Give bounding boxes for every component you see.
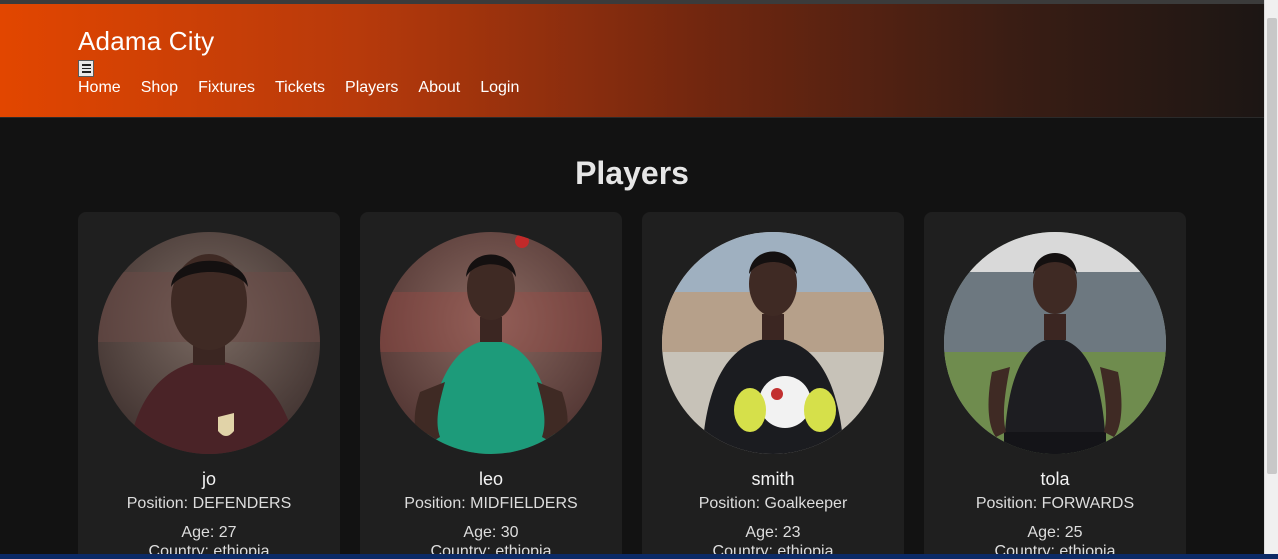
player-card[interactable]: tola Position: FORWARDS Age: 25 Country:… <box>924 212 1186 559</box>
os-taskbar <box>0 554 1278 559</box>
player-photo <box>98 232 320 454</box>
player-age: Age: 27 <box>181 524 237 541</box>
player-photo <box>662 232 884 454</box>
player-photo <box>380 232 602 454</box>
player-name: jo <box>201 469 216 489</box>
site-brand[interactable]: Adama City <box>78 26 214 57</box>
player-age: Age: 25 <box>1027 524 1083 541</box>
players-grid: jo Position: DEFENDERS Age: 27 Country: … <box>78 212 1186 559</box>
menu-toggle-icon[interactable] <box>78 60 94 77</box>
nav-players[interactable]: Players <box>345 79 398 97</box>
player-photo-image <box>98 232 320 454</box>
main-nav: Home Shop Fixtures Tickets Players About… <box>78 79 519 97</box>
nav-fixtures[interactable]: Fixtures <box>198 79 255 97</box>
nav-about[interactable]: About <box>418 79 460 97</box>
nav-home[interactable]: Home <box>78 79 121 97</box>
player-position: Position: FORWARDS <box>975 495 1135 512</box>
player-card[interactable]: jo Position: DEFENDERS Age: 27 Country: … <box>78 212 340 559</box>
page-title: Players <box>575 155 689 191</box>
player-photo-image <box>380 232 602 454</box>
site-header: Adama City Home Shop Fixtures Tickets Pl… <box>0 4 1264 118</box>
player-name: leo <box>478 469 504 489</box>
player-position: Position: DEFENDERS <box>126 495 292 512</box>
player-photo-image <box>662 232 884 454</box>
player-photo-image <box>944 232 1166 454</box>
nav-login[interactable]: Login <box>480 79 519 97</box>
player-position: Position: MIDFIELDERS <box>404 495 578 512</box>
player-name: smith <box>751 469 795 489</box>
nav-shop[interactable]: Shop <box>141 79 178 97</box>
player-card[interactable]: smith Position: Goalkeeper Age: 23 Count… <box>642 212 904 559</box>
player-age: Age: 23 <box>745 524 801 541</box>
player-name: tola <box>1040 469 1070 489</box>
scrollbar-thumb[interactable] <box>1267 18 1277 474</box>
vertical-scrollbar[interactable] <box>1264 0 1278 559</box>
player-card[interactable]: leo Position: MIDFIELDERS Age: 30 Countr… <box>360 212 622 559</box>
player-age: Age: 30 <box>463 524 519 541</box>
nav-tickets[interactable]: Tickets <box>275 79 325 97</box>
player-position: Position: Goalkeeper <box>698 495 848 512</box>
player-photo <box>944 232 1166 454</box>
